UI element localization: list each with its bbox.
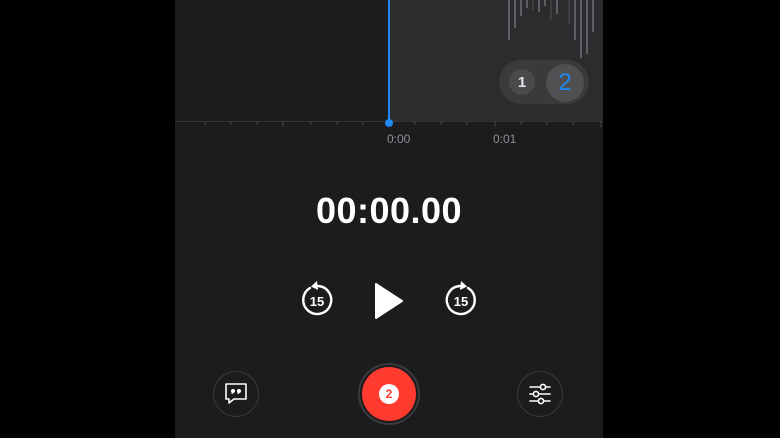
- voice-memo-editor: 1 2 0:00 0:01 00:00.00 15 15 2: [175, 0, 603, 438]
- options-button[interactable]: [517, 371, 563, 417]
- record-button[interactable]: 2: [358, 363, 420, 425]
- play-icon: [375, 283, 403, 319]
- play-button[interactable]: [371, 279, 407, 323]
- playhead-handle[interactable]: [385, 119, 393, 127]
- skip-forward-button[interactable]: 15: [441, 279, 481, 323]
- skip-forward-15-icon: 15: [445, 281, 476, 316]
- skip-back-15-icon: 15: [302, 281, 333, 316]
- elapsed-time: 00:00.00: [315, 190, 463, 231]
- skip-back-button[interactable]: 15: [297, 279, 337, 323]
- playhead[interactable]: [388, 0, 390, 122]
- skip-back-label: 15: [310, 294, 324, 309]
- ruler-label-start: 0:00: [387, 132, 411, 146]
- record-take-badge: 2: [379, 384, 399, 404]
- transcript-button[interactable]: [213, 371, 259, 417]
- take-switcher: 1 2: [499, 60, 589, 104]
- take-2-button[interactable]: 2: [546, 64, 584, 102]
- ruler-label-next: 0:01: [493, 132, 517, 146]
- sliders-icon: [529, 383, 551, 405]
- record-button-fill: 2: [362, 367, 416, 421]
- skip-forward-label: 15: [454, 294, 468, 309]
- take-1-button[interactable]: 1: [509, 69, 535, 95]
- quote-bubble-icon: [225, 383, 247, 404]
